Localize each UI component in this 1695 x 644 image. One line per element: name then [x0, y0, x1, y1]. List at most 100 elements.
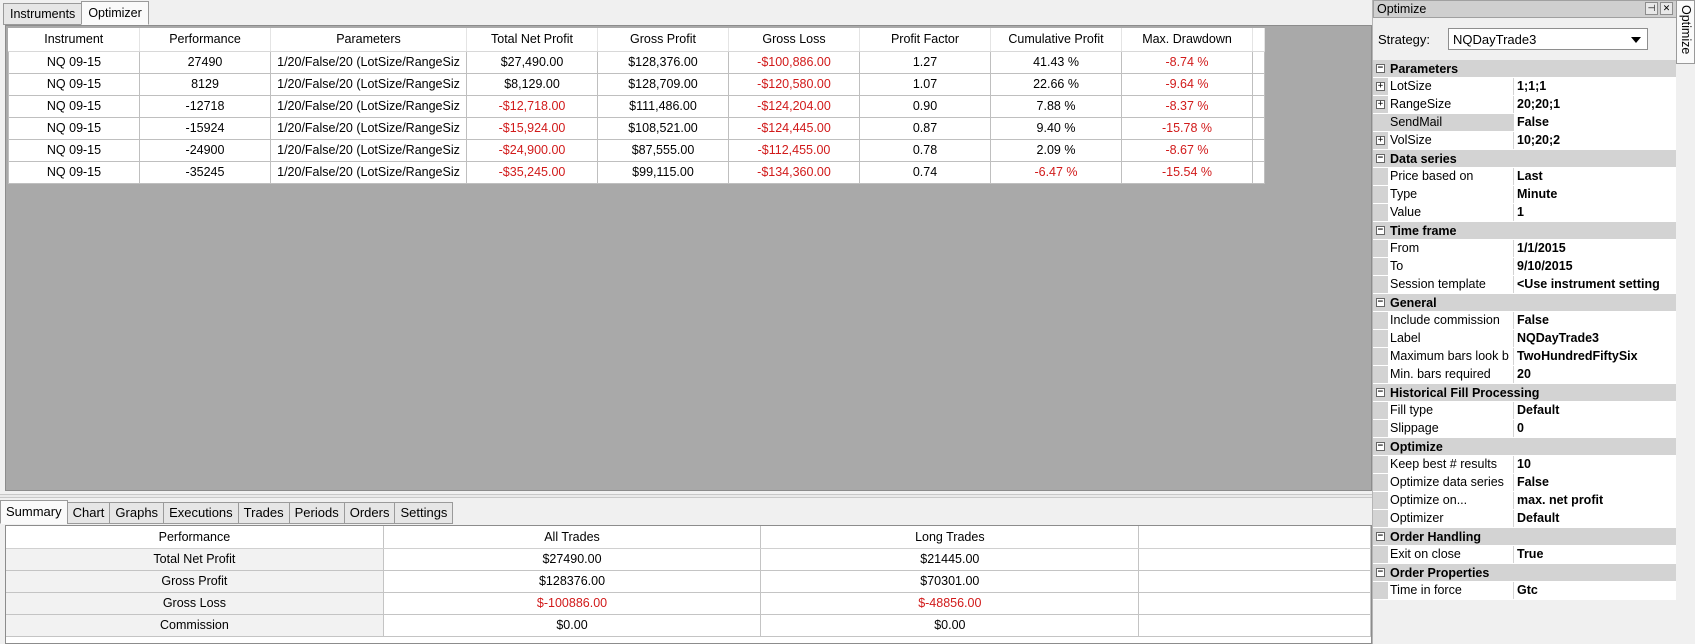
column-header[interactable]: Cumulative Profit — [990, 28, 1122, 52]
tab-summary[interactable]: Summary — [0, 500, 68, 524]
property-row[interactable]: + VolSize 10;20;2 — [1373, 132, 1677, 150]
column-header[interactable]: Performance — [139, 28, 271, 52]
table-row[interactable]: NQ 09-15 8129 1/20/False/20 (LotSize/Range… — [8, 73, 1265, 96]
property-row[interactable]: Type Minute — [1373, 186, 1677, 204]
property-value[interactable]: False — [1514, 312, 1677, 329]
property-value[interactable]: TwoHundredFiftySix — [1514, 348, 1677, 365]
expand-icon[interactable]: + — [1373, 132, 1388, 149]
close-icon[interactable]: ✕ — [1660, 2, 1673, 15]
tab-periods[interactable]: Periods — [288, 502, 345, 524]
property-row[interactable]: Include commission False — [1373, 312, 1677, 330]
property-row[interactable]: Label NQDayTrade3 — [1373, 330, 1677, 348]
tab-executions[interactable]: Executions — [163, 502, 239, 524]
category-general[interactable]: − General — [1373, 294, 1677, 312]
table-row[interactable]: NQ 09-15 -35245 1/20/False/20 (LotSize/Ran… — [8, 161, 1265, 184]
property-row[interactable]: Value 1 — [1373, 204, 1677, 222]
property-row[interactable]: + LotSize 1;1;1 — [1373, 78, 1677, 96]
summary-spacer — [1138, 548, 1371, 571]
column-header[interactable]: Profit Factor — [859, 28, 991, 52]
collapse-icon[interactable]: − — [1373, 60, 1388, 77]
category-time-frame[interactable]: − Time frame — [1373, 222, 1677, 240]
category-optimize[interactable]: − Optimize — [1373, 438, 1677, 456]
collapse-icon[interactable]: − — [1373, 294, 1388, 311]
property-value[interactable]: max. net profit — [1514, 492, 1677, 509]
category-historical-fill-processing[interactable]: − Historical Fill Processing — [1373, 384, 1677, 402]
property-row[interactable]: Exit on close True — [1373, 546, 1677, 564]
category-order-handling[interactable]: − Order Handling — [1373, 528, 1677, 546]
property-value[interactable]: 1 — [1514, 204, 1677, 221]
tab-settings[interactable]: Settings — [394, 502, 454, 524]
column-header[interactable]: Max. Drawdown — [1121, 28, 1253, 52]
property-value[interactable]: 1/1/2015 — [1514, 240, 1677, 257]
property-row[interactable]: From 1/1/2015 — [1373, 240, 1677, 258]
tab-chart[interactable]: Chart — [66, 502, 111, 524]
tab-instruments[interactable]: Instruments — [3, 3, 83, 25]
collapse-icon[interactable]: − — [1373, 528, 1388, 545]
collapse-icon[interactable]: − — [1373, 564, 1388, 581]
pin-icon[interactable]: ⊣ — [1645, 2, 1658, 15]
property-value[interactable]: Default — [1514, 402, 1677, 419]
table-row[interactable]: NQ 09-15 -24900 1/20/False/20 (LotSize/Ran… — [8, 139, 1265, 162]
property-value[interactable]: False — [1514, 114, 1677, 131]
property-value[interactable]: 10;20;2 — [1514, 132, 1677, 149]
column-header[interactable]: Total Net Profit — [466, 28, 598, 52]
category-data-series[interactable]: − Data series — [1373, 150, 1677, 168]
column-header[interactable]: Gross Profit — [597, 28, 729, 52]
property-value[interactable]: 10 — [1514, 456, 1677, 473]
property-value[interactable]: 20 — [1514, 366, 1677, 383]
property-value[interactable]: False — [1514, 474, 1677, 491]
property-row[interactable]: SendMail False — [1373, 114, 1677, 132]
property-value[interactable]: 9/10/2015 — [1514, 258, 1677, 275]
collapse-icon[interactable]: − — [1373, 384, 1388, 401]
tab-trades[interactable]: Trades — [237, 502, 290, 524]
table-row[interactable]: NQ 09-15 -12718 1/20/False/20 (LotSize/Ran… — [8, 95, 1265, 118]
property-row[interactable]: + RangeSize 20;20;1 — [1373, 96, 1677, 114]
strategy-dropdown[interactable]: NQDayTrade3 — [1448, 28, 1648, 50]
property-value[interactable]: <Use instrument setting — [1514, 276, 1677, 293]
property-value[interactable]: 1;1;1 — [1514, 78, 1677, 95]
property-row[interactable]: Optimizer Default — [1373, 510, 1677, 528]
table-cell: 0.78 — [859, 139, 991, 162]
property-row[interactable]: Session template <Use instrument setting — [1373, 276, 1677, 294]
expand-icon[interactable]: + — [1373, 78, 1388, 95]
table-cell: -$134,360.00 — [728, 161, 860, 184]
category-order-properties[interactable]: − Order Properties — [1373, 564, 1677, 582]
tab-optimizer[interactable]: Optimizer — [81, 1, 149, 25]
property-row[interactable]: Optimize data series False — [1373, 474, 1677, 492]
table-row[interactable]: NQ 09-15 27490 1/20/False/20 (LotSize/Rang… — [8, 51, 1265, 74]
column-header[interactable]: Instrument — [8, 28, 140, 52]
property-row[interactable]: Min. bars required 20 — [1373, 366, 1677, 384]
table-row[interactable]: NQ 09-15 -15924 1/20/False/20 (LotSize/Ran… — [8, 117, 1265, 140]
side-tab-optimize[interactable]: Optimize — [1676, 0, 1695, 64]
tab-orders[interactable]: Orders — [343, 502, 396, 524]
property-value[interactable]: Minute — [1514, 186, 1677, 203]
collapse-icon[interactable]: − — [1373, 150, 1388, 167]
column-header[interactable]: Gross Loss — [728, 28, 860, 52]
property-value[interactable]: 20;20;1 — [1514, 96, 1677, 113]
table-cell: NQ 09-15 — [8, 117, 140, 140]
property-row[interactable]: Slippage 0 — [1373, 420, 1677, 438]
collapse-icon[interactable]: − — [1373, 222, 1388, 239]
property-row[interactable]: Maximum bars look b TwoHundredFiftySix — [1373, 348, 1677, 366]
property-value[interactable]: NQDayTrade3 — [1514, 330, 1677, 347]
column-header[interactable]: Parameters — [270, 28, 467, 52]
property-row[interactable]: Time in force Gtc — [1373, 582, 1677, 600]
property-value[interactable]: Gtc — [1514, 582, 1677, 599]
property-row[interactable]: Keep best # results 10 — [1373, 456, 1677, 474]
category-parameters[interactable]: − Parameters — [1373, 60, 1677, 78]
table-cell: -$124,445.00 — [728, 117, 860, 140]
expand-icon[interactable]: + — [1373, 96, 1388, 113]
property-row[interactable]: To 9/10/2015 — [1373, 258, 1677, 276]
table-cell: 1/20/False/20 (LotSize/RangeSiz — [270, 95, 467, 118]
tab-graphs[interactable]: Graphs — [109, 502, 165, 524]
property-row[interactable]: Fill type Default — [1373, 402, 1677, 420]
pane-splitter[interactable] — [0, 494, 1372, 498]
property-value[interactable]: Last — [1514, 168, 1677, 185]
table-cell: NQ 09-15 — [8, 95, 140, 118]
property-value[interactable]: Default — [1514, 510, 1677, 527]
property-value[interactable]: 0 — [1514, 420, 1677, 437]
property-row[interactable]: Optimize on... max. net profit — [1373, 492, 1677, 510]
collapse-icon[interactable]: − — [1373, 438, 1388, 455]
property-row[interactable]: Price based on Last — [1373, 168, 1677, 186]
property-value[interactable]: True — [1514, 546, 1677, 563]
